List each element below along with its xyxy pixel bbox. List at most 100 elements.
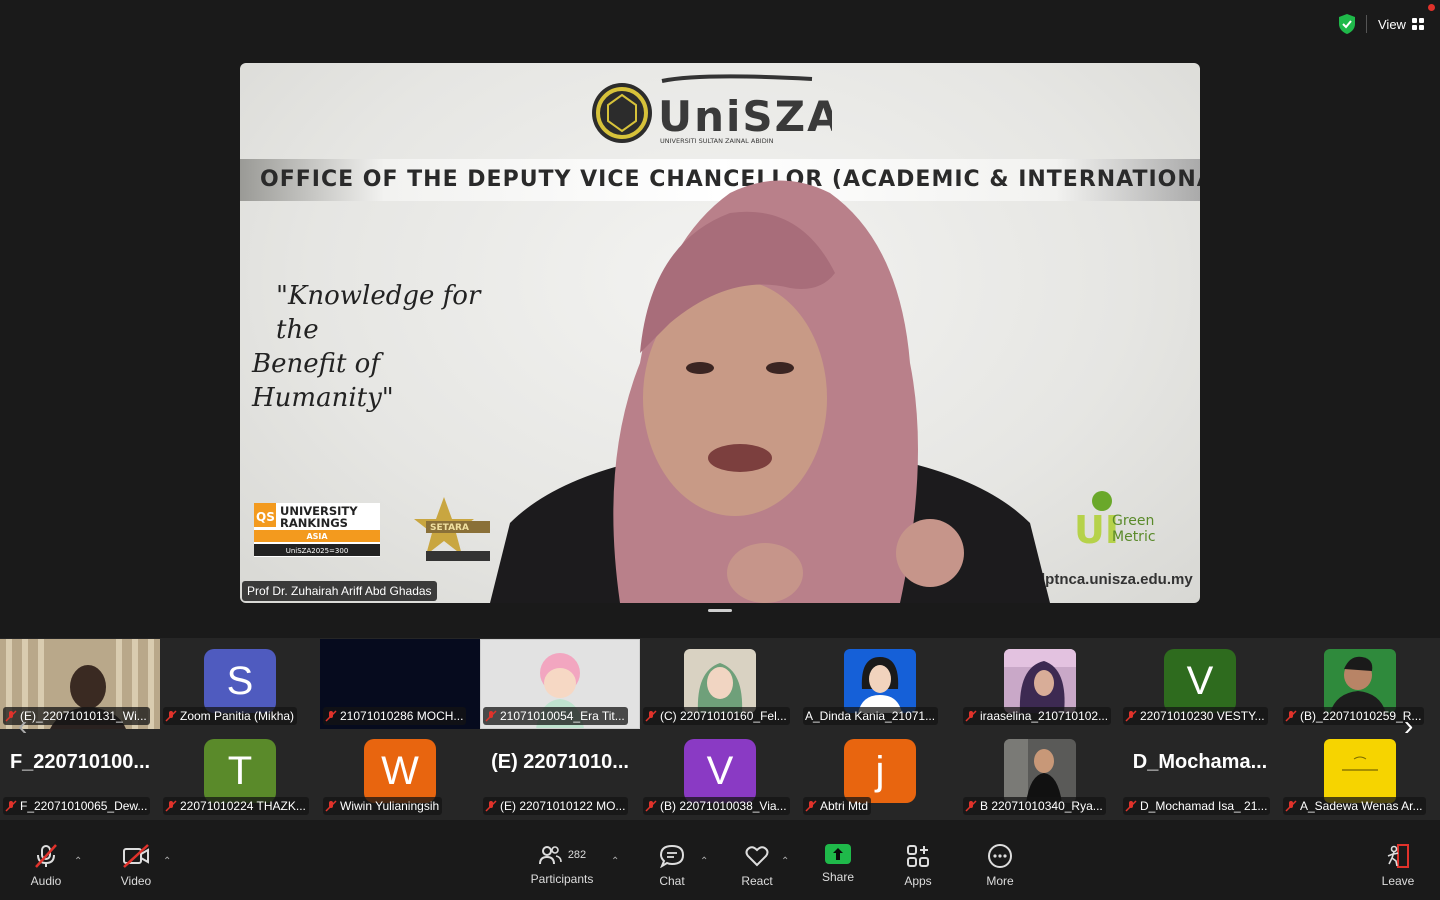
- muted-mic-icon: [965, 710, 977, 722]
- gallery-next-icon[interactable]: ›: [1404, 710, 1413, 742]
- audio-options-chevron-icon[interactable]: ⌃: [74, 856, 82, 867]
- participant-tile[interactable]: (E) 22071010... (E) 22071010122 MO...: [480, 729, 640, 819]
- participant-name: (C) 22071010160_Fel...: [643, 707, 790, 725]
- participant-tile[interactable]: F_220710100... F_22071010065_Dew...: [0, 729, 160, 819]
- leave-icon: [1387, 844, 1409, 868]
- svg-text:SETARA: SETARA: [430, 523, 469, 533]
- participant-name: F_22071010065_Dew...: [3, 797, 151, 815]
- slide-motto: "Knowledge for the Benefit of Humanity": [252, 279, 512, 415]
- active-speaker-video[interactable]: UniSZA UNIVERSITI SULTAN ZAINAL ABIDIN O…: [240, 63, 1200, 603]
- participant-tile[interactable]: j Abtri Mtd: [800, 729, 960, 819]
- apps-icon: [907, 845, 929, 867]
- participant-avatar: [1324, 739, 1396, 803]
- motto-line-1: "Knowledge for the: [276, 281, 481, 345]
- muted-mic-icon: [1125, 710, 1137, 722]
- muted-mic-icon: [1125, 800, 1137, 812]
- muted-mic-icon: [1285, 800, 1297, 812]
- svg-text:Green: Green: [1112, 513, 1154, 529]
- notification-dot: [1428, 4, 1435, 11]
- leave-label: Leave: [1381, 874, 1415, 888]
- participant-tile[interactable]: (C) 22071010160_Fel...: [640, 639, 800, 729]
- svg-text:UniSZA2025=300: UniSZA2025=300: [286, 547, 349, 555]
- unisza-logo: UniSZA UNIVERSITI SULTAN ZAINAL ABIDIN: [592, 74, 832, 145]
- view-button[interactable]: View: [1372, 12, 1430, 36]
- chat-label: Chat: [659, 874, 685, 888]
- participant-name: iraaselina_210710102...: [963, 707, 1112, 725]
- participant-name: A_Dinda Kania_21071...: [803, 707, 939, 725]
- muted-mic-icon: [325, 710, 337, 722]
- react-label: React: [741, 874, 773, 888]
- muted-microphone-icon: [35, 844, 57, 868]
- participant-name: A_Sadewa Wenas Ar...: [1283, 797, 1426, 815]
- slide-website: dptnca.unisza.edu.my: [1036, 571, 1193, 588]
- participant-tile[interactable]: D_Mochama... D_Mochamad Isa_ 21...: [1120, 729, 1280, 819]
- participant-tile[interactable]: iraaselina_210710102...: [960, 639, 1120, 729]
- muted-mic-icon: [805, 800, 817, 812]
- muted-mic-icon: [645, 800, 657, 812]
- participants-options-chevron-icon[interactable]: ⌃: [611, 856, 619, 867]
- top-bar: View: [0, 0, 1440, 48]
- leave-button[interactable]: Leave: [1378, 844, 1418, 888]
- more-label: More: [986, 874, 1014, 888]
- participant-name: (E) 22071010122 MO...: [483, 797, 629, 815]
- qs-rankings-badge: QS UNIVERSITY RANKINGS ASIA UniSZA2025=3…: [254, 503, 380, 557]
- share-label: Share: [821, 870, 855, 884]
- participant-avatar: [1004, 739, 1076, 803]
- participant-tile[interactable]: B 22071010340_Rya...: [960, 729, 1120, 819]
- chat-button[interactable]: Chat: [652, 844, 692, 888]
- video-button[interactable]: Video: [116, 844, 156, 888]
- grid-view-icon: [1411, 18, 1424, 30]
- participant-avatar: T: [204, 739, 276, 803]
- video-options-chevron-icon[interactable]: ⌃: [163, 856, 171, 867]
- participant-avatar: V: [684, 739, 756, 803]
- participant-name: 21071010054_Era Tit...: [483, 707, 628, 725]
- react-button[interactable]: React: [736, 844, 778, 888]
- gallery-prev-icon[interactable]: ‹: [18, 710, 27, 742]
- muted-mic-icon: [5, 710, 17, 722]
- svg-text:RANKINGS: RANKINGS: [280, 516, 348, 530]
- audio-label: Audio: [30, 874, 62, 888]
- motto-line-2: Benefit of Humanity": [252, 349, 394, 413]
- participant-tile[interactable]: V 22071010230 VESTY...: [1120, 639, 1280, 729]
- participant-display-name: D_Mochama...: [1132, 751, 1268, 773]
- svg-text:ASIA: ASIA: [306, 532, 328, 541]
- participant-avatar: j: [844, 739, 916, 803]
- participants-button[interactable]: 282 Participants: [526, 844, 598, 886]
- muted-mic-icon: [5, 800, 17, 812]
- video-label: Video: [120, 874, 152, 888]
- participant-tile[interactable]: A_Sadewa Wenas Ar...: [1280, 729, 1440, 819]
- participant-tile[interactable]: (B)_22071010259_R...: [1280, 639, 1440, 729]
- participant-name: (B) 22071010038_Via...: [643, 797, 790, 815]
- muted-mic-icon: [645, 710, 657, 722]
- video-off-icon: [123, 844, 149, 868]
- participant-name: Wiwin Yulianingsih: [323, 797, 443, 815]
- share-screen-icon: [825, 844, 851, 864]
- react-options-chevron-icon[interactable]: ⌃: [781, 856, 789, 867]
- share-button[interactable]: Share: [818, 844, 858, 884]
- participant-avatar: V: [1164, 649, 1236, 713]
- participant-tile[interactable]: W Wiwin Yulianingsih: [320, 729, 480, 819]
- participant-tile[interactable]: 21071010286 MOCH...: [320, 639, 480, 729]
- participant-tile[interactable]: 21071010054_Era Tit...: [480, 639, 640, 729]
- audio-button[interactable]: Audio: [26, 844, 66, 888]
- muted-mic-icon: [325, 800, 337, 812]
- participant-avatar: [1324, 649, 1396, 713]
- meeting-toolbar: Audio ⌃ Video ⌃ 282 Participants ⌃ Chat …: [0, 830, 1440, 900]
- participant-tile[interactable]: T 22071010224 THAZK...: [160, 729, 320, 819]
- participant-tile[interactable]: S Zoom Panitia (Mikha): [160, 639, 320, 729]
- security-shield-icon[interactable]: [1336, 12, 1358, 36]
- more-button[interactable]: More: [980, 844, 1020, 888]
- ui-greenmetric-badge: UI Green Metric: [1074, 491, 1156, 552]
- resize-handle[interactable]: [708, 609, 732, 612]
- heart-icon: [745, 846, 769, 867]
- muted-mic-icon: [485, 710, 497, 722]
- more-icon: [988, 844, 1012, 868]
- participant-avatar: [844, 649, 916, 713]
- participant-name: Abtri Mtd: [803, 797, 872, 815]
- chat-options-chevron-icon[interactable]: ⌃: [700, 856, 708, 867]
- apps-button[interactable]: Apps: [898, 844, 938, 888]
- participant-tile[interactable]: A_Dinda Kania_21071...: [800, 639, 960, 729]
- participants-icon: [538, 846, 562, 865]
- participant-tile[interactable]: V (B) 22071010038_Via...: [640, 729, 800, 819]
- apps-label: Apps: [904, 874, 932, 888]
